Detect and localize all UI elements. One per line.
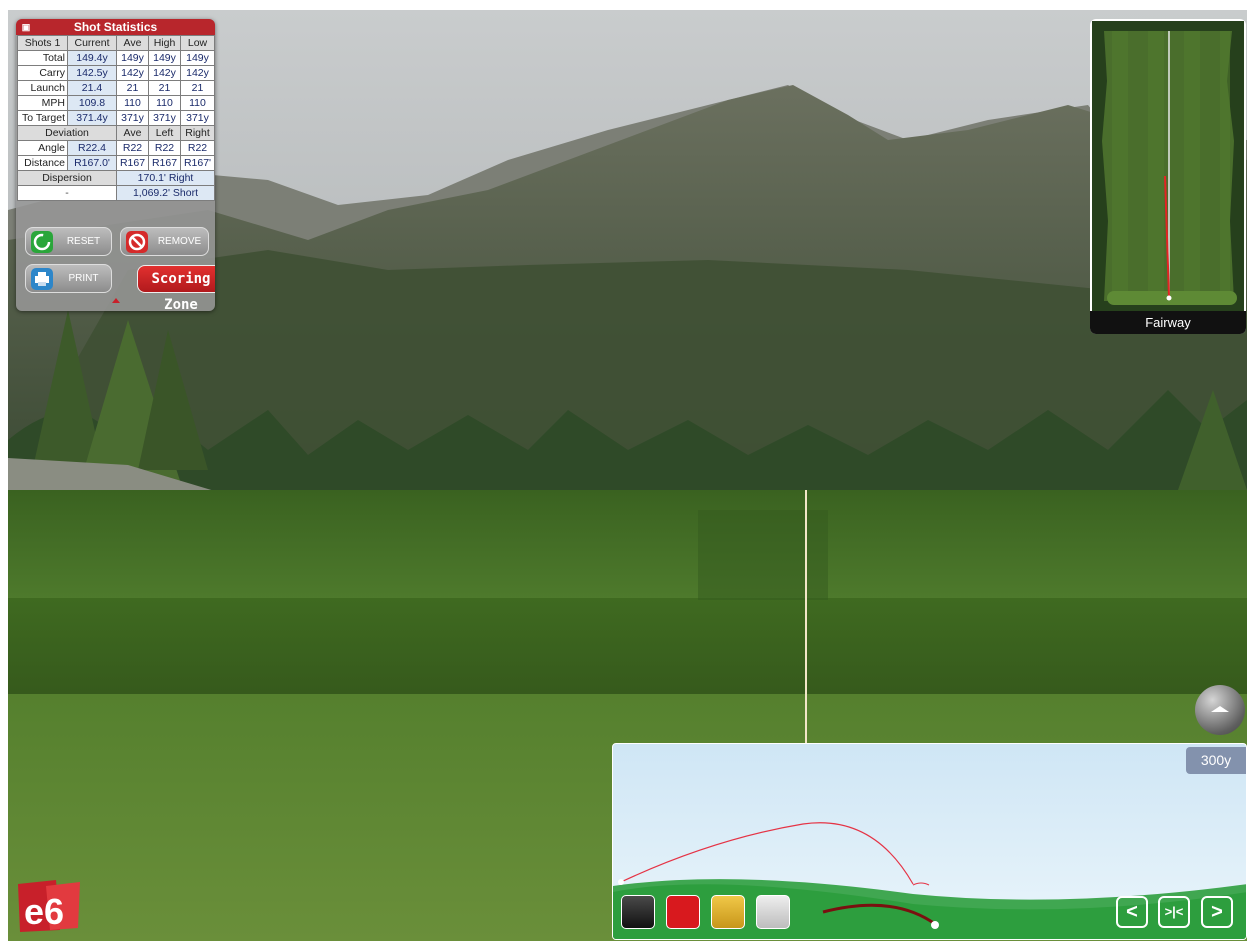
row-label: To Target: [17, 110, 68, 126]
row-current: 21.4: [67, 80, 117, 96]
row-left: R22: [148, 140, 181, 156]
shot-statistics-title[interactable]: ▣ Shot Statistics: [16, 19, 215, 35]
no-entry-icon: [126, 231, 148, 253]
shot-tracer-panel: 300y < >|< >: [612, 743, 1247, 940]
table-row: Total 149.4y 149y 149y 149y: [17, 50, 215, 66]
remove-button[interactable]: REMOVE: [120, 227, 209, 256]
row-left: R167: [148, 155, 181, 171]
row-high: 21: [148, 80, 181, 96]
row-high: 149y: [148, 50, 181, 66]
table-row: Launch 21.4 21 21 21: [17, 80, 215, 96]
row-ave: R22: [116, 140, 149, 156]
row-low: 142y: [180, 65, 215, 81]
panel-title: Shot Statistics: [73, 20, 158, 34]
row-high: 110: [148, 95, 181, 111]
reset-icon: [31, 231, 53, 253]
dispersion-label: Dispersion: [17, 170, 117, 186]
chevron-left-icon: <: [1126, 901, 1138, 923]
header-low: Low: [180, 35, 215, 51]
row-ave: 371y: [116, 110, 149, 126]
table-header-row: Shots 1 Current Ave High Low: [17, 35, 215, 51]
row-high: 371y: [148, 110, 181, 126]
chevron-right-icon: >: [1211, 901, 1223, 923]
shot-trajectory-line: [620, 822, 914, 885]
lie-label: Fairway: [1090, 311, 1246, 334]
camera-angle-icon: [1211, 706, 1229, 712]
table-row: Carry 142.5y 142y 142y 142y: [17, 65, 215, 81]
hole-minimap[interactable]: Fairway: [1090, 19, 1246, 334]
row-low: 371y: [180, 110, 215, 126]
header-shots: Shots 1: [17, 35, 68, 51]
table-row: Distance R167.0' R167 R167 R167': [17, 155, 215, 171]
ball-end-marker: [931, 921, 939, 929]
row-label: Carry: [17, 65, 68, 81]
printer-icon: [31, 268, 53, 290]
center-view-button[interactable]: >|<: [1158, 896, 1190, 928]
row-current: 371.4y: [67, 110, 117, 126]
minimap-view: [1092, 21, 1244, 311]
reset-label: RESET: [66, 236, 101, 247]
row-ave: 142y: [116, 65, 149, 81]
header-high: High: [148, 35, 181, 51]
tracer-color-swatch[interactable]: [711, 895, 745, 929]
table-row: MPH 109.8 110 110 110: [17, 95, 215, 111]
row-current: 142.5y: [67, 65, 117, 81]
row-current: R167.0': [67, 155, 117, 171]
e6-logo: e6: [16, 878, 82, 934]
row-high: 142y: [148, 65, 181, 81]
header-deviation: Deviation: [17, 125, 117, 141]
row-low: 21: [180, 80, 215, 96]
e6-small-logo-icon: ▣: [21, 22, 31, 32]
tracer-color-swatch[interactable]: [666, 895, 700, 929]
row-ave: R167: [116, 155, 149, 171]
deviation-header-row: Deviation Ave Left Right: [17, 125, 215, 141]
print-label: PRINT: [68, 273, 99, 284]
remove-label: REMOVE: [157, 236, 202, 247]
row-ave: 149y: [116, 50, 149, 66]
header-right: Right: [180, 125, 215, 141]
tracer-color-swatch[interactable]: [756, 895, 790, 929]
scoring-zone-button[interactable]: Scoring Zone: [137, 265, 215, 311]
row-ave: 110: [116, 95, 149, 111]
row-low: 149y: [180, 50, 215, 66]
previous-shot-button[interactable]: <: [1116, 896, 1148, 928]
shot-statistics-panel: ▣ Shot Statistics Shots 1 Current Ave Hi…: [16, 19, 215, 311]
ball-start-marker: [618, 879, 624, 885]
dispersion-short-label: -: [17, 185, 117, 201]
dispersion-value: 170.1' Right: [116, 170, 215, 186]
row-label: Launch: [17, 80, 68, 96]
row-ave: 21: [116, 80, 149, 96]
reset-button[interactable]: RESET: [25, 227, 112, 256]
trajectory-plot: [613, 822, 1246, 939]
print-button[interactable]: PRINT: [25, 264, 112, 293]
header-ave: Ave: [116, 35, 149, 51]
row-right: R22: [180, 140, 215, 156]
table-row: Angle R22.4 R22 R22 R22: [17, 140, 215, 156]
row-right: R167': [180, 155, 215, 171]
dispersion-short-value: 1,069.2' Short: [116, 185, 215, 201]
row-label: Distance: [17, 155, 68, 171]
row-label: Angle: [17, 140, 68, 156]
row-current: 149.4y: [67, 50, 117, 66]
next-shot-button[interactable]: >: [1201, 896, 1233, 928]
row-current: 109.8: [67, 95, 117, 111]
header-left: Left: [148, 125, 181, 141]
row-low: 110: [180, 95, 215, 111]
row-label: Total: [17, 50, 68, 66]
dispersion-row: Dispersion 170.1' Right: [17, 170, 215, 186]
collapse-arrow-icon[interactable]: [112, 298, 120, 303]
statistics-table: Shots 1 Current Ave High Low Total 149.4…: [17, 35, 215, 201]
camera-view-button[interactable]: [1195, 685, 1245, 735]
center-arrows-icon: >|<: [1164, 904, 1184, 919]
dispersion-short-row: - 1,069.2' Short: [17, 185, 215, 201]
logo-text: e6: [24, 891, 64, 932]
header-ave: Ave: [116, 125, 149, 141]
row-label: MPH: [17, 95, 68, 111]
row-current: R22.4: [67, 140, 117, 156]
header-current: Current: [67, 35, 117, 51]
e6-logo-icon: e6: [18, 880, 80, 932]
tracer-color-swatch[interactable]: [621, 895, 655, 929]
table-row: To Target 371.4y 371y 371y 371y: [17, 110, 215, 126]
